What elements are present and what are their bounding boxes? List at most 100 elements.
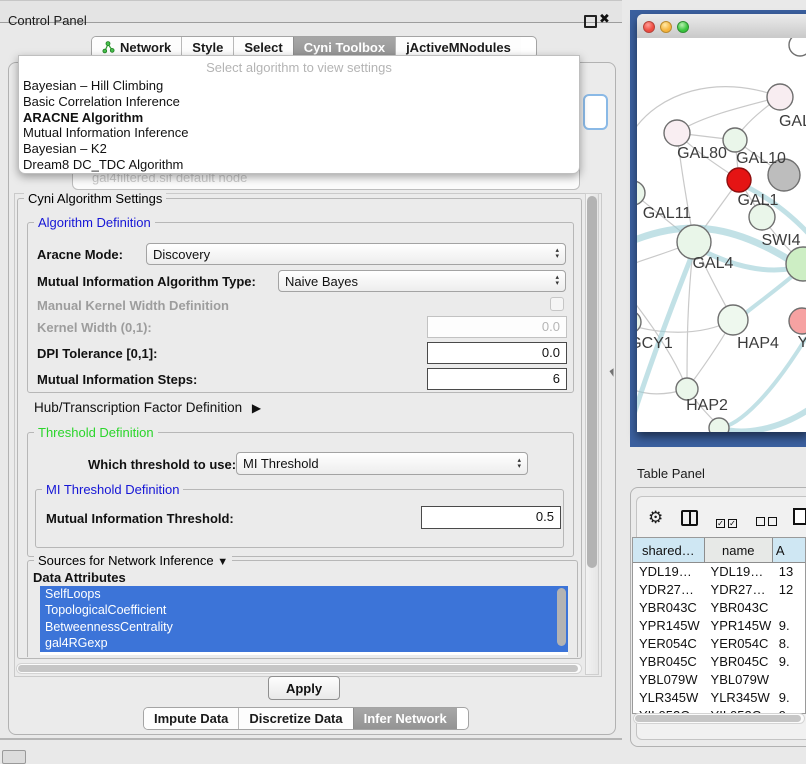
close-icon[interactable]: ✖ (599, 11, 610, 27)
settings-hscrollbar-thumb[interactable] (18, 665, 578, 672)
kernel-width-field[interactable]: 0.0 (427, 316, 567, 338)
algorithm-option[interactable]: Dream8 DC_TDC Algorithm (23, 157, 575, 173)
table-panel-title: Table Panel (637, 466, 705, 481)
node-label: Y (798, 334, 806, 351)
node-gal4[interactable] (677, 225, 711, 259)
node[interactable] (786, 247, 806, 281)
node-gcy1[interactable] (637, 311, 641, 333)
manual-kernel-width-checkbox[interactable] (550, 297, 564, 311)
node-label: GAL80 (677, 145, 727, 162)
aracne-mode-combo[interactable]: Discovery ▴▾ (146, 243, 566, 265)
table-row[interactable]: YBL079WYBL079W (633, 671, 805, 689)
node[interactable] (767, 84, 793, 110)
network-view-window[interactable]: GAL GAL80 GAL10 GAL1 GAL11 SWI4 GAL4 GCY… (637, 14, 806, 432)
table-row[interactable]: YBR045CYBR045C9. (633, 653, 805, 671)
settings-hscrollbar-track[interactable] (16, 663, 582, 674)
manual-kernel-width-label: Manual Kernel Width Definition (37, 298, 229, 313)
algorithm-option-selected[interactable]: ARACNE Algorithm (23, 110, 575, 126)
node-label: GAL (779, 113, 806, 130)
network-canvas[interactable]: GAL GAL80 GAL10 GAL1 GAL11 SWI4 GAL4 GCY… (637, 38, 806, 432)
node-gal80[interactable] (664, 120, 690, 146)
algorithm-option[interactable]: Mutual Information Inference (23, 125, 575, 141)
zoom-traffic-light-icon[interactable] (677, 21, 689, 33)
list-item[interactable]: SelfLoops (40, 586, 568, 602)
tab-network-label: Network (120, 40, 171, 55)
collapsed-arrow-icon: ▶ (252, 401, 261, 415)
node-label: GAL10 (736, 150, 786, 167)
unselect-all-columns-icon[interactable] (756, 513, 777, 531)
combo-arrows-icon: ▴▾ (517, 458, 521, 470)
node-label: HAP4 (737, 335, 779, 352)
table-hscrollbar-track[interactable] (633, 713, 805, 724)
mi-algorithm-type-label: Mutual Information Algorithm Type: (37, 274, 256, 289)
table-row[interactable]: YER054CYER054C8. (633, 635, 805, 653)
apply-button[interactable]: Apply (268, 676, 340, 700)
table-header-row: shared… name A (633, 538, 805, 563)
expanded-arrow-icon: ▼ (217, 556, 228, 568)
algorithm-dropdown-list: Bayesian – Hill Climbing Basic Correlati… (23, 78, 575, 173)
column-header-name[interactable]: name (705, 538, 773, 562)
table-row[interactable]: YLR345WYLR345W9. (633, 689, 805, 707)
network-icon (102, 41, 115, 54)
cyni-algorithm-settings-title: Cyni Algorithm Settings (24, 191, 166, 206)
list-item[interactable]: gal4RGexp (40, 635, 568, 651)
algorithm-option[interactable]: Basic Correlation Inference (23, 94, 575, 110)
table-row[interactable]: YBR043CYBR043C (633, 599, 805, 617)
combo-arrows-icon: ▴▾ (555, 248, 559, 260)
algorithm-option[interactable]: Bayesian – K2 (23, 141, 575, 157)
which-threshold-combo[interactable]: MI Threshold ▴▾ (236, 452, 528, 475)
tab-discretize-data[interactable]: Discretize Data (238, 708, 352, 729)
tab-infer-network[interactable]: Infer Network (353, 708, 457, 729)
node-hap4[interactable] (718, 305, 748, 335)
node-gal1[interactable] (727, 168, 751, 192)
select-all-columns-icon[interactable]: ✓✓ (716, 513, 737, 531)
table-row[interactable]: YDR27…YDR27…12 (633, 581, 805, 599)
dpi-tolerance-label: DPI Tolerance [0,1]: (37, 346, 157, 361)
aracne-mode-label: Aracne Mode: (37, 247, 123, 262)
which-threshold-label: Which threshold to use: (88, 457, 236, 472)
mi-threshold-group-title: MI Threshold Definition (42, 482, 183, 497)
list-item[interactable]: BetweennessCentrality (40, 619, 568, 635)
network-window-titlebar[interactable] (637, 14, 806, 39)
node[interactable] (789, 38, 806, 56)
node-label: GAL4 (693, 255, 734, 272)
mi-threshold-field[interactable]: 0.5 (421, 506, 561, 529)
column-header-partial[interactable]: A (773, 538, 805, 562)
table-row[interactable]: YDL19…YDL19…13 (633, 563, 805, 581)
float-window-icon[interactable] (584, 15, 597, 28)
node[interactable] (709, 418, 729, 432)
algorithm-dropdown-popup: Select algorithm to view settings Bayesi… (18, 55, 580, 174)
mi-algorithm-type-value: Naive Bayes (285, 274, 358, 289)
hub-definition-toggle[interactable]: Hub/Transcription Factor Definition ▶ (34, 400, 261, 415)
algorithm-definition-title: Algorithm Definition (34, 215, 155, 230)
mi-algorithm-type-combo[interactable]: Naive Bayes ▴▾ (278, 270, 566, 292)
tab-impute-data[interactable]: Impute Data (144, 708, 238, 729)
gear-icon[interactable]: ⚙ (648, 508, 663, 528)
settings-vscrollbar-thumb[interactable] (587, 196, 597, 568)
column-header-shared-name[interactable]: shared… (633, 538, 705, 562)
node[interactable] (789, 308, 806, 334)
inference-algorithm-combo-fragment[interactable] (583, 94, 608, 130)
algorithm-option[interactable]: Bayesian – Hill Climbing (23, 78, 575, 94)
aracne-mode-value: Discovery (153, 247, 210, 262)
screen: { "colors": { "selection_blue": "#3c74d8… (0, 0, 806, 762)
close-traffic-light-icon[interactable] (643, 21, 655, 33)
control-panel-titlebar (0, 0, 622, 23)
list-item[interactable]: TopologicalCoefficient (40, 602, 568, 618)
combo-arrows-icon: ▴▾ (555, 275, 559, 287)
dpi-tolerance-field[interactable]: 0.0 (427, 342, 567, 364)
list-scrollbar-thumb[interactable] (557, 588, 566, 646)
node-table: shared… name A YDL19…YDL19…13 YDR27…YDR2… (632, 537, 806, 714)
node-label: HAP2 (686, 397, 728, 414)
node-label: GCY1 (637, 335, 673, 352)
sources-group-title: Sources for Network Inference ▼ (34, 553, 232, 568)
new-table-icon[interactable] (793, 508, 806, 525)
show-columns-icon[interactable] (681, 510, 698, 526)
mi-threshold-label: Mutual Information Threshold: (46, 511, 234, 526)
mi-steps-label: Mutual Information Steps: (37, 372, 197, 387)
table-hscrollbar-thumb[interactable] (635, 715, 801, 722)
minimize-traffic-light-icon[interactable] (660, 21, 672, 33)
table-row[interactable]: YPR145WYPR145W9. (633, 617, 805, 635)
node-label: GAL11 (643, 205, 692, 222)
mi-steps-field[interactable]: 6 (427, 368, 567, 390)
